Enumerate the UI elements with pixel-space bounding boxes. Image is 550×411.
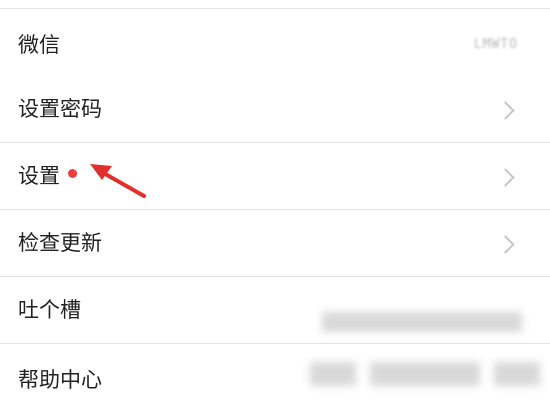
- blurred-watermark: [322, 312, 522, 332]
- settings-row-feedback[interactable]: 吐个槽: [0, 277, 550, 344]
- settings-row-label: 检查更新: [18, 231, 102, 255]
- chevron-right-icon: [496, 168, 515, 187]
- settings-row-label: 设置: [18, 164, 60, 188]
- settings-row-settings[interactable]: 设置: [0, 143, 550, 210]
- red-dot-badge: [68, 169, 77, 178]
- settings-list: 微信 LMWTO 设置密码 设置 检查更新 吐个槽 帮助中心: [0, 0, 550, 411]
- blurred-watermark: [310, 362, 356, 386]
- chevron-right-icon: [496, 235, 515, 254]
- settings-row-label: 微信: [18, 33, 60, 57]
- settings-row-label: 帮助中心: [18, 368, 102, 392]
- red-arrow-annotation: [90, 164, 146, 198]
- settings-row-partial: [0, 0, 550, 9]
- wechat-account-value: LMWTO: [473, 37, 518, 52]
- settings-row-wechat[interactable]: 微信 LMWTO: [0, 10, 550, 77]
- settings-row-label: 吐个槽: [18, 298, 81, 322]
- settings-row-label: 设置密码: [18, 97, 102, 121]
- settings-row-set-password[interactable]: 设置密码: [0, 76, 550, 143]
- blurred-watermark: [494, 362, 540, 386]
- chevron-right-icon: [496, 101, 515, 120]
- blurred-watermark: [370, 362, 480, 386]
- settings-row-check-update[interactable]: 检查更新: [0, 210, 550, 277]
